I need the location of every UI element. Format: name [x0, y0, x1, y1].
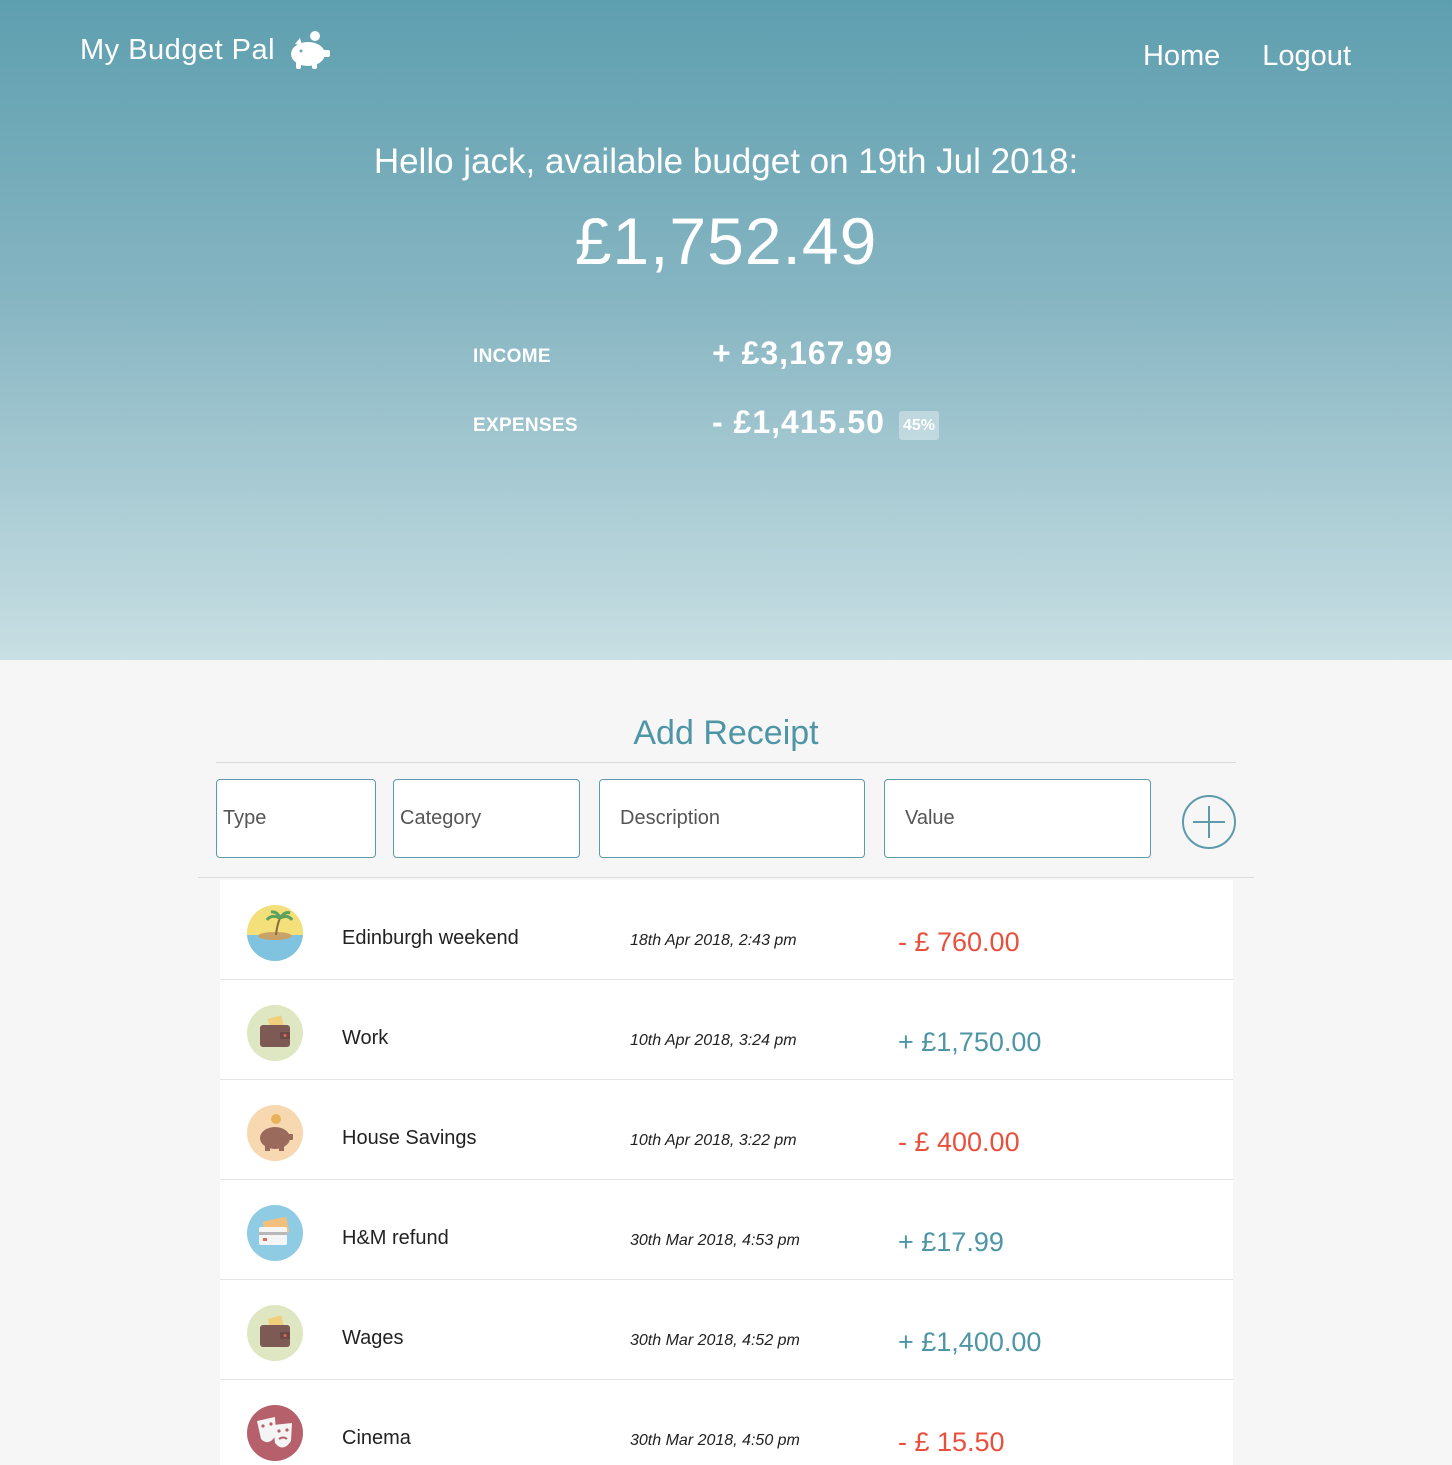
credit-card-icon [247, 1205, 303, 1261]
expenses-percent-badge: 45% [899, 411, 939, 440]
receipt-row[interactable]: Edinburgh weekend 18th Apr 2018, 2:43 pm… [220, 880, 1233, 980]
receipt-description: Work [342, 1027, 389, 1049]
receipt-row[interactable]: House Savings 10th Apr 2018, 3:22 pm - £… [220, 1080, 1233, 1180]
hero-header: My Budget Pal Home Logout Hello jack, av… [0, 0, 1452, 660]
income-value: + £3,167.99 [712, 335, 893, 371]
income-label: INCOME [473, 346, 551, 367]
receipt-amount: - £ 760.00 [898, 927, 1020, 957]
receipt-amount: + £1,750.00 [898, 1027, 1042, 1057]
receipt-amount: - £ 15.50 [898, 1427, 1005, 1457]
divider [216, 762, 1236, 763]
receipt-date: 30th Mar 2018, 4:52 pm [630, 1332, 800, 1349]
receipt-description: H&M refund [342, 1227, 449, 1249]
piggy-bank-icon [247, 1105, 303, 1161]
receipt-row[interactable]: Wages 30th Mar 2018, 4:52 pm + £1,400.00 [220, 1280, 1233, 1380]
receipt-date: 10th Apr 2018, 3:24 pm [630, 1032, 797, 1049]
nav-home-link[interactable]: Home [1143, 40, 1220, 73]
type-input[interactable] [216, 779, 376, 858]
receipt-date: 30th Mar 2018, 4:53 pm [630, 1232, 800, 1249]
expenses-label: EXPENSES [473, 415, 578, 436]
island-icon [247, 905, 303, 961]
theater-masks-icon [247, 1405, 303, 1461]
wallet-icon [247, 1005, 303, 1061]
description-input[interactable] [599, 779, 865, 858]
receipt-date: 30th Mar 2018, 4:50 pm [630, 1432, 800, 1449]
receipt-row[interactable]: Work 10th Apr 2018, 3:24 pm + £1,750.00 [220, 980, 1233, 1080]
brand[interactable]: My Budget Pal [80, 30, 331, 70]
top-nav: Home Logout [1143, 40, 1351, 73]
expenses-value: - £1,415.50 [712, 404, 885, 440]
receipt-date: 18th Apr 2018, 2:43 pm [630, 932, 797, 949]
nav-logout-link[interactable]: Logout [1262, 40, 1351, 73]
receipt-amount: + £1,400.00 [898, 1327, 1042, 1357]
receipt-row[interactable]: H&M refund 30th Mar 2018, 4:53 pm + £17.… [220, 1180, 1233, 1280]
receipt-description: Wages [342, 1327, 404, 1349]
wallet-icon [247, 1305, 303, 1361]
divider [198, 877, 1254, 878]
receipt-description: House Savings [342, 1127, 477, 1149]
add-receipt-button[interactable] [1182, 795, 1236, 849]
value-input[interactable] [884, 779, 1151, 858]
brand-name[interactable]: My Budget Pal [80, 34, 275, 67]
receipt-date: 10th Apr 2018, 3:22 pm [630, 1132, 797, 1149]
add-receipt-title: Add Receipt [633, 714, 819, 752]
receipt-amount: - £ 400.00 [898, 1127, 1020, 1157]
receipt-amount: + £17.99 [898, 1227, 1004, 1257]
category-input[interactable] [393, 779, 580, 858]
receipt-description: Cinema [342, 1427, 411, 1449]
receipt-row[interactable]: Cinema 30th Mar 2018, 4:50 pm - £ 15.50 [220, 1380, 1233, 1465]
available-budget: £1,752.49 [574, 204, 878, 278]
receipt-description: Edinburgh weekend [342, 927, 519, 949]
budget-greeting: Hello jack, available budget on 19th Jul… [373, 142, 1079, 181]
receipt-list: Edinburgh weekend 18th Apr 2018, 2:43 pm… [220, 880, 1233, 1465]
piggy-bank-icon [291, 31, 331, 69]
